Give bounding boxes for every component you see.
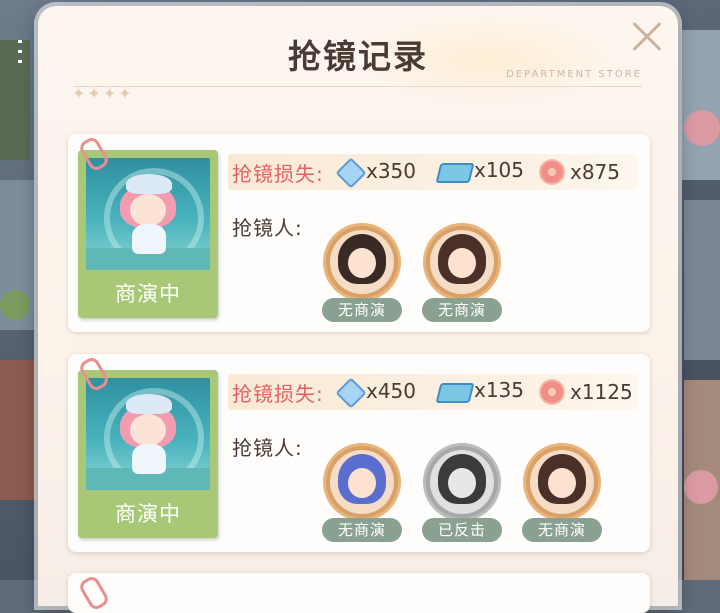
crystal-loss: x350 bbox=[336, 158, 416, 184]
record-card: 商演中 抢镜损失: x450 x135 x1125 抢镜人: 无商演 已反击 无… bbox=[68, 354, 650, 552]
grabber[interactable]: 已反击 bbox=[422, 446, 508, 546]
page-indicator-dots bbox=[18, 40, 22, 70]
crystal-loss-value: x450 bbox=[366, 379, 417, 403]
cash-icon bbox=[436, 158, 470, 182]
cash-loss: x105 bbox=[436, 158, 524, 182]
grabber-avatar[interactable] bbox=[526, 446, 598, 518]
flower-loss-value: x875 bbox=[570, 160, 621, 184]
cash-loss: x135 bbox=[436, 378, 524, 402]
flower-loss: x1125 bbox=[538, 378, 633, 406]
performance-photo[interactable]: 商演中 bbox=[78, 370, 218, 538]
tree bbox=[684, 110, 720, 146]
loss-row: 抢镜损失: x350 x105 x875 bbox=[228, 154, 638, 190]
crystal-loss: x450 bbox=[336, 378, 416, 404]
loss-row: 抢镜损失: x450 x135 x1125 bbox=[228, 374, 638, 410]
cash-loss-value: x135 bbox=[474, 378, 525, 402]
record-card bbox=[68, 573, 650, 613]
building bbox=[682, 30, 720, 180]
crystal-icon bbox=[336, 378, 362, 404]
cash-loss-value: x105 bbox=[474, 158, 525, 182]
grabber-status-tag: 无商演 bbox=[322, 298, 402, 322]
flower-loss: x875 bbox=[538, 158, 620, 186]
crystal-icon bbox=[336, 158, 362, 184]
performance-status: 商演中 bbox=[115, 282, 181, 306]
grabber-status-tag: 无商演 bbox=[422, 298, 502, 322]
grabber[interactable]: 无商演 bbox=[422, 226, 508, 326]
star-decoration: ✦✦✦✦ bbox=[72, 84, 134, 103]
tree bbox=[0, 290, 30, 320]
grabber[interactable]: 无商演 bbox=[322, 446, 408, 546]
grabber-label: 抢镜人: bbox=[232, 216, 303, 240]
performance-photo[interactable]: 商演中 bbox=[78, 150, 218, 318]
performance-status: 商演中 bbox=[115, 502, 181, 526]
cash-icon bbox=[436, 378, 470, 402]
grabber-avatar[interactable] bbox=[326, 446, 398, 518]
grabber-status-tag: 已反击 bbox=[422, 518, 502, 542]
close-icon[interactable] bbox=[630, 20, 664, 54]
building bbox=[684, 200, 720, 360]
grabber[interactable]: 无商演 bbox=[522, 446, 608, 546]
grabber-avatar[interactable] bbox=[426, 446, 498, 518]
building bbox=[0, 360, 36, 500]
flower-icon bbox=[538, 158, 566, 186]
grabber-avatar[interactable] bbox=[426, 226, 498, 298]
loss-label: 抢镜损失: bbox=[232, 162, 324, 186]
record-panel: 抢镜记录 DEPARTMENT STORE ✦✦✦✦ 商演中 抢镜损失: x35… bbox=[38, 6, 678, 613]
grabber[interactable]: 无商演 bbox=[322, 226, 408, 326]
building bbox=[0, 40, 30, 160]
idol-stage-image bbox=[86, 378, 210, 490]
grabber-status-tag: 无商演 bbox=[522, 518, 602, 542]
grabber-status-tag: 无商演 bbox=[322, 518, 402, 542]
loss-label: 抢镜损失: bbox=[232, 382, 324, 406]
record-card: 商演中 抢镜损失: x350 x105 x875 抢镜人: 无商演 无商演 bbox=[68, 134, 650, 332]
flower-loss-value: x1125 bbox=[570, 380, 633, 404]
crystal-loss-value: x350 bbox=[366, 159, 417, 183]
header-divider bbox=[74, 86, 642, 87]
idol-stage-image bbox=[86, 158, 210, 270]
tree bbox=[684, 470, 718, 504]
panel-subtitle: DEPARTMENT STORE bbox=[506, 69, 642, 80]
flower-icon bbox=[538, 378, 566, 406]
grabber-label: 抢镜人: bbox=[232, 436, 303, 460]
grabber-avatar[interactable] bbox=[326, 226, 398, 298]
